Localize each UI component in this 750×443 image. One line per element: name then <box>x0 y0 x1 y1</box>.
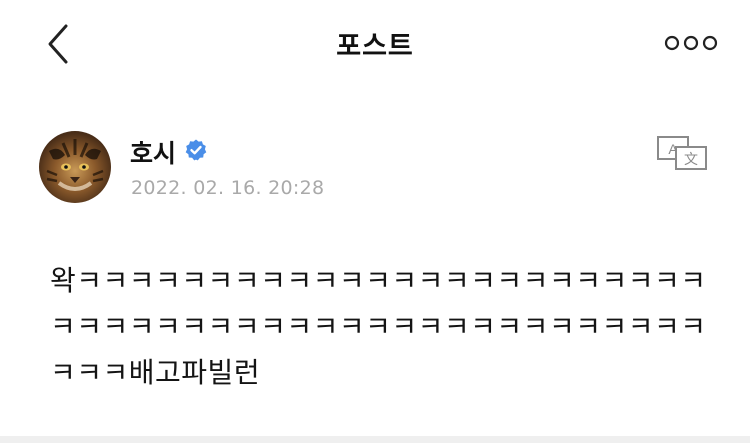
translate-icon: A 文 <box>657 136 707 170</box>
top-navigation-bar: 포스트 <box>0 0 750 88</box>
translate-button[interactable]: A 文 <box>656 135 708 171</box>
verified-badge-icon <box>185 139 207 161</box>
author-name[interactable]: 호시 <box>130 134 176 170</box>
svg-text:文: 文 <box>684 151 698 167</box>
post-body-text: 왁ㅋㅋㅋㅋㅋㅋㅋㅋㅋㅋㅋㅋㅋㅋㅋㅋㅋㅋㅋㅋㅋㅋㅋㅋㅋㅋㅋㅋㅋㅋㅋㅋㅋㅋㅋㅋㅋㅋㅋ… <box>50 264 707 389</box>
more-horizontal-icon <box>664 35 718 51</box>
more-options-button[interactable] <box>664 32 718 54</box>
page-title: 포스트 <box>336 31 414 62</box>
section-divider <box>0 436 750 443</box>
post-author-header: 호시 2022. 02. 16. 20:28 A 文 <box>0 120 750 216</box>
post-timestamp: 2022. 02. 16. 20:28 <box>131 177 325 199</box>
author-avatar[interactable] <box>39 131 111 203</box>
tiger-avatar-image <box>46 139 104 191</box>
